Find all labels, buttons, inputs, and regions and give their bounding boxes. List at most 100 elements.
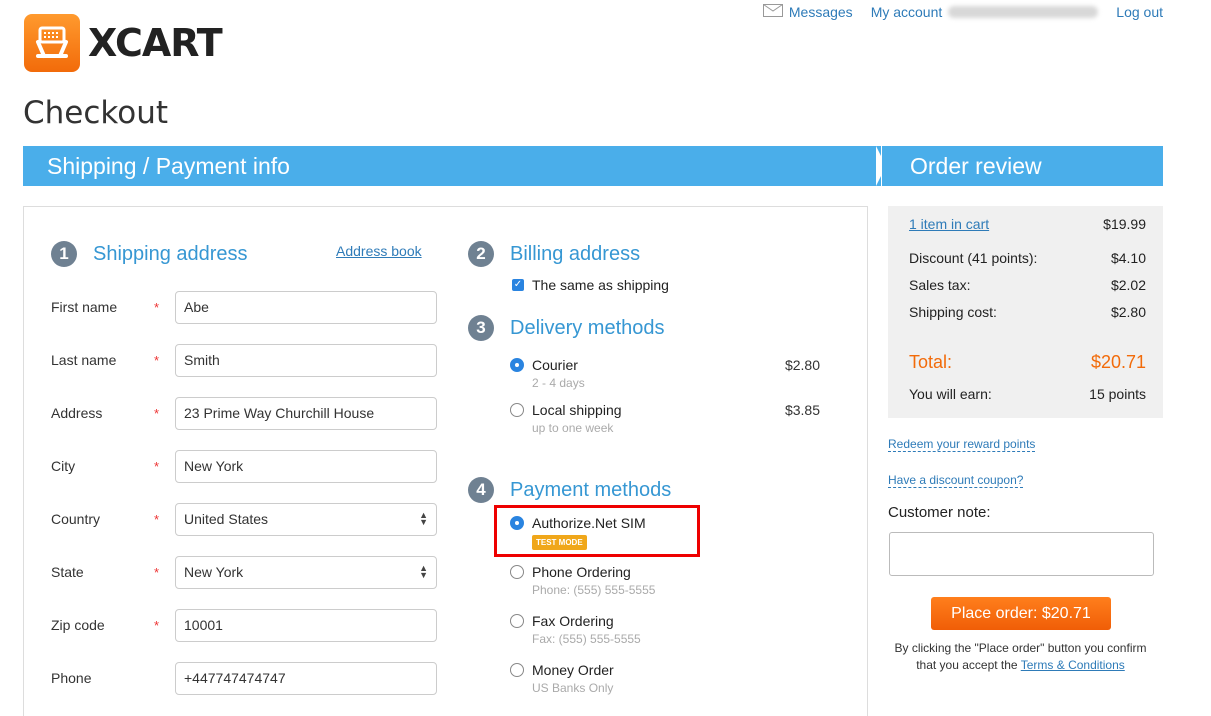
my-account[interactable]: My account <box>871 4 1099 20</box>
radio-unselected-icon[interactable] <box>510 614 524 628</box>
required-mark: * <box>154 405 160 421</box>
methods-column: 2 Billing address ✓ The same as shipping… <box>468 207 848 707</box>
field-label: First name <box>51 299 118 315</box>
brand-name: XCART <box>88 21 223 65</box>
field-label: Address <box>51 405 103 421</box>
radio-unselected-icon[interactable] <box>510 403 524 417</box>
address-input[interactable]: 23 Prime Way Churchill House <box>175 396 437 430</box>
order-summary: 1 item in cart $19.99 Discount (41 point… <box>888 206 1163 418</box>
select-arrows-icon: ▲ ▼ <box>419 510 428 527</box>
required-mark: * <box>154 458 160 474</box>
terms-text: By clicking the "Place order" button you… <box>888 640 1153 674</box>
earn-label: You will earn: <box>909 386 992 402</box>
option-label: Phone Ordering <box>532 564 631 580</box>
zip-input[interactable]: 10001 <box>175 608 437 642</box>
option-sub: Fax: (555) 555-5555 <box>532 632 641 646</box>
payment-option-phone[interactable]: Phone Ordering Phone: (555) 555-5555 <box>510 564 820 597</box>
city-row: City * New York <box>51 449 441 483</box>
radio-unselected-icon[interactable] <box>510 565 524 579</box>
customer-note-textarea[interactable] <box>889 532 1154 576</box>
same-as-shipping-checkbox[interactable]: ✓ The same as shipping <box>512 277 669 293</box>
first-name-input[interactable]: Abe <box>175 290 437 324</box>
address-book-link[interactable]: Address book <box>336 243 422 259</box>
section-number: 4 <box>468 477 494 503</box>
terms-link[interactable]: Terms & Conditions <box>1021 658 1125 672</box>
option-label: Courier <box>532 357 578 373</box>
summary-shipping-row: Shipping cost: $2.80 <box>909 304 1146 320</box>
items-in-cart-link[interactable]: 1 item in cart <box>909 216 989 232</box>
field-label: Zip code <box>51 617 105 633</box>
tax-label: Sales tax: <box>909 277 971 293</box>
payment-option-fax[interactable]: Fax Ordering Fax: (555) 555-5555 <box>510 613 820 646</box>
radio-unselected-icon[interactable] <box>510 663 524 677</box>
option-sub: up to one week <box>532 421 614 435</box>
required-mark: * <box>154 299 160 315</box>
discount-coupon-link[interactable]: Have a discount coupon? <box>888 473 1024 488</box>
section-number: 2 <box>468 241 494 267</box>
brand-logo[interactable]: XCART <box>24 14 223 72</box>
required-mark: * <box>154 352 160 368</box>
my-account-link[interactable]: My account <box>871 4 943 20</box>
radio-selected-icon[interactable] <box>510 358 524 372</box>
option-label: Local shipping <box>532 402 622 418</box>
country-value: United States <box>184 511 269 527</box>
place-order-button[interactable]: Place order: $20.71 <box>931 597 1111 630</box>
delivery-option-courier[interactable]: Courier $2.80 2 - 4 days <box>510 357 820 390</box>
earn-amount: 15 points <box>1089 386 1146 402</box>
option-price: $3.85 <box>784 402 820 418</box>
payment-option-authorize[interactable]: Authorize.Net SIM TEST MODE <box>510 515 820 550</box>
option-price: $2.80 <box>784 357 820 373</box>
blurred-email <box>948 6 1099 18</box>
section-number: 3 <box>468 315 494 341</box>
items-amount: $19.99 <box>1103 216 1146 232</box>
state-select[interactable]: New York ▲ ▼ <box>175 555 437 589</box>
redeem-points-link[interactable]: Redeem your reward points <box>888 437 1036 452</box>
country-select[interactable]: United States ▲ ▼ <box>175 502 437 536</box>
option-sub: US Banks Only <box>532 681 614 695</box>
tax-amount: $2.02 <box>1110 277 1146 293</box>
first-name-row: First name * Abe <box>51 290 441 324</box>
radio-selected-icon[interactable] <box>510 516 524 530</box>
field-label: City <box>51 458 76 474</box>
field-label: Country <box>51 511 101 527</box>
section-number: 1 <box>51 241 77 267</box>
messages-link-label[interactable]: Messages <box>789 4 853 20</box>
summary-earn-row: You will earn: 15 points <box>909 386 1146 402</box>
messages-link[interactable]: Messages <box>762 4 853 20</box>
option-sub: Phone: (555) 555-5555 <box>532 583 656 597</box>
option-label: Authorize.Net SIM <box>532 515 646 531</box>
select-arrows-icon: ▲ ▼ <box>419 563 428 580</box>
delivery-option-local[interactable]: Local shipping $3.85 up to one week <box>510 402 820 435</box>
phone-input[interactable]: +447747474747 <box>175 661 437 695</box>
test-mode-badge: TEST MODE <box>532 535 587 550</box>
section-title: Payment methods <box>510 478 672 501</box>
discount-amount: $4.10 <box>1110 250 1146 266</box>
total-label: Total: <box>909 352 953 372</box>
zip-row: Zip code * 10001 <box>51 608 441 642</box>
section-title: Delivery methods <box>510 316 665 339</box>
last-name-input[interactable]: Smith <box>175 343 437 377</box>
payment-option-money-order[interactable]: Money Order US Banks Only <box>510 662 820 695</box>
required-mark: * <box>154 617 160 633</box>
city-input[interactable]: New York <box>175 449 437 483</box>
state-value: New York <box>184 564 244 580</box>
billing-address-header: 2 Billing address <box>468 241 640 267</box>
shipping-address-header: 1 Shipping address <box>51 241 248 267</box>
logout-link[interactable]: Log out <box>1116 4 1163 20</box>
summary-tax-row: Sales tax: $2.02 <box>909 277 1146 293</box>
summary-discount-row: Discount (41 points): $4.10 <box>909 250 1146 266</box>
discount-label: Discount (41 points): <box>909 250 1038 266</box>
delivery-methods-header: 3 Delivery methods <box>468 315 665 341</box>
phone-row: Phone +447747474747 <box>51 661 441 695</box>
envelope-icon <box>762 4 783 20</box>
step-shipping-payment: Shipping / Payment info <box>23 146 881 186</box>
address-row: Address * 23 Prime Way Churchill House <box>51 396 441 430</box>
last-name-row: Last name * Smith <box>51 343 441 377</box>
option-label: Fax Ordering <box>532 613 614 629</box>
state-row: State * New York ▲ ▼ <box>51 555 441 589</box>
checkout-form-panel: 1 Shipping address Address book First na… <box>23 206 868 716</box>
field-label: Last name <box>51 352 117 368</box>
shipping-cost-amount: $2.80 <box>1110 304 1146 320</box>
required-mark: * <box>154 564 160 580</box>
field-label: State <box>51 564 84 580</box>
